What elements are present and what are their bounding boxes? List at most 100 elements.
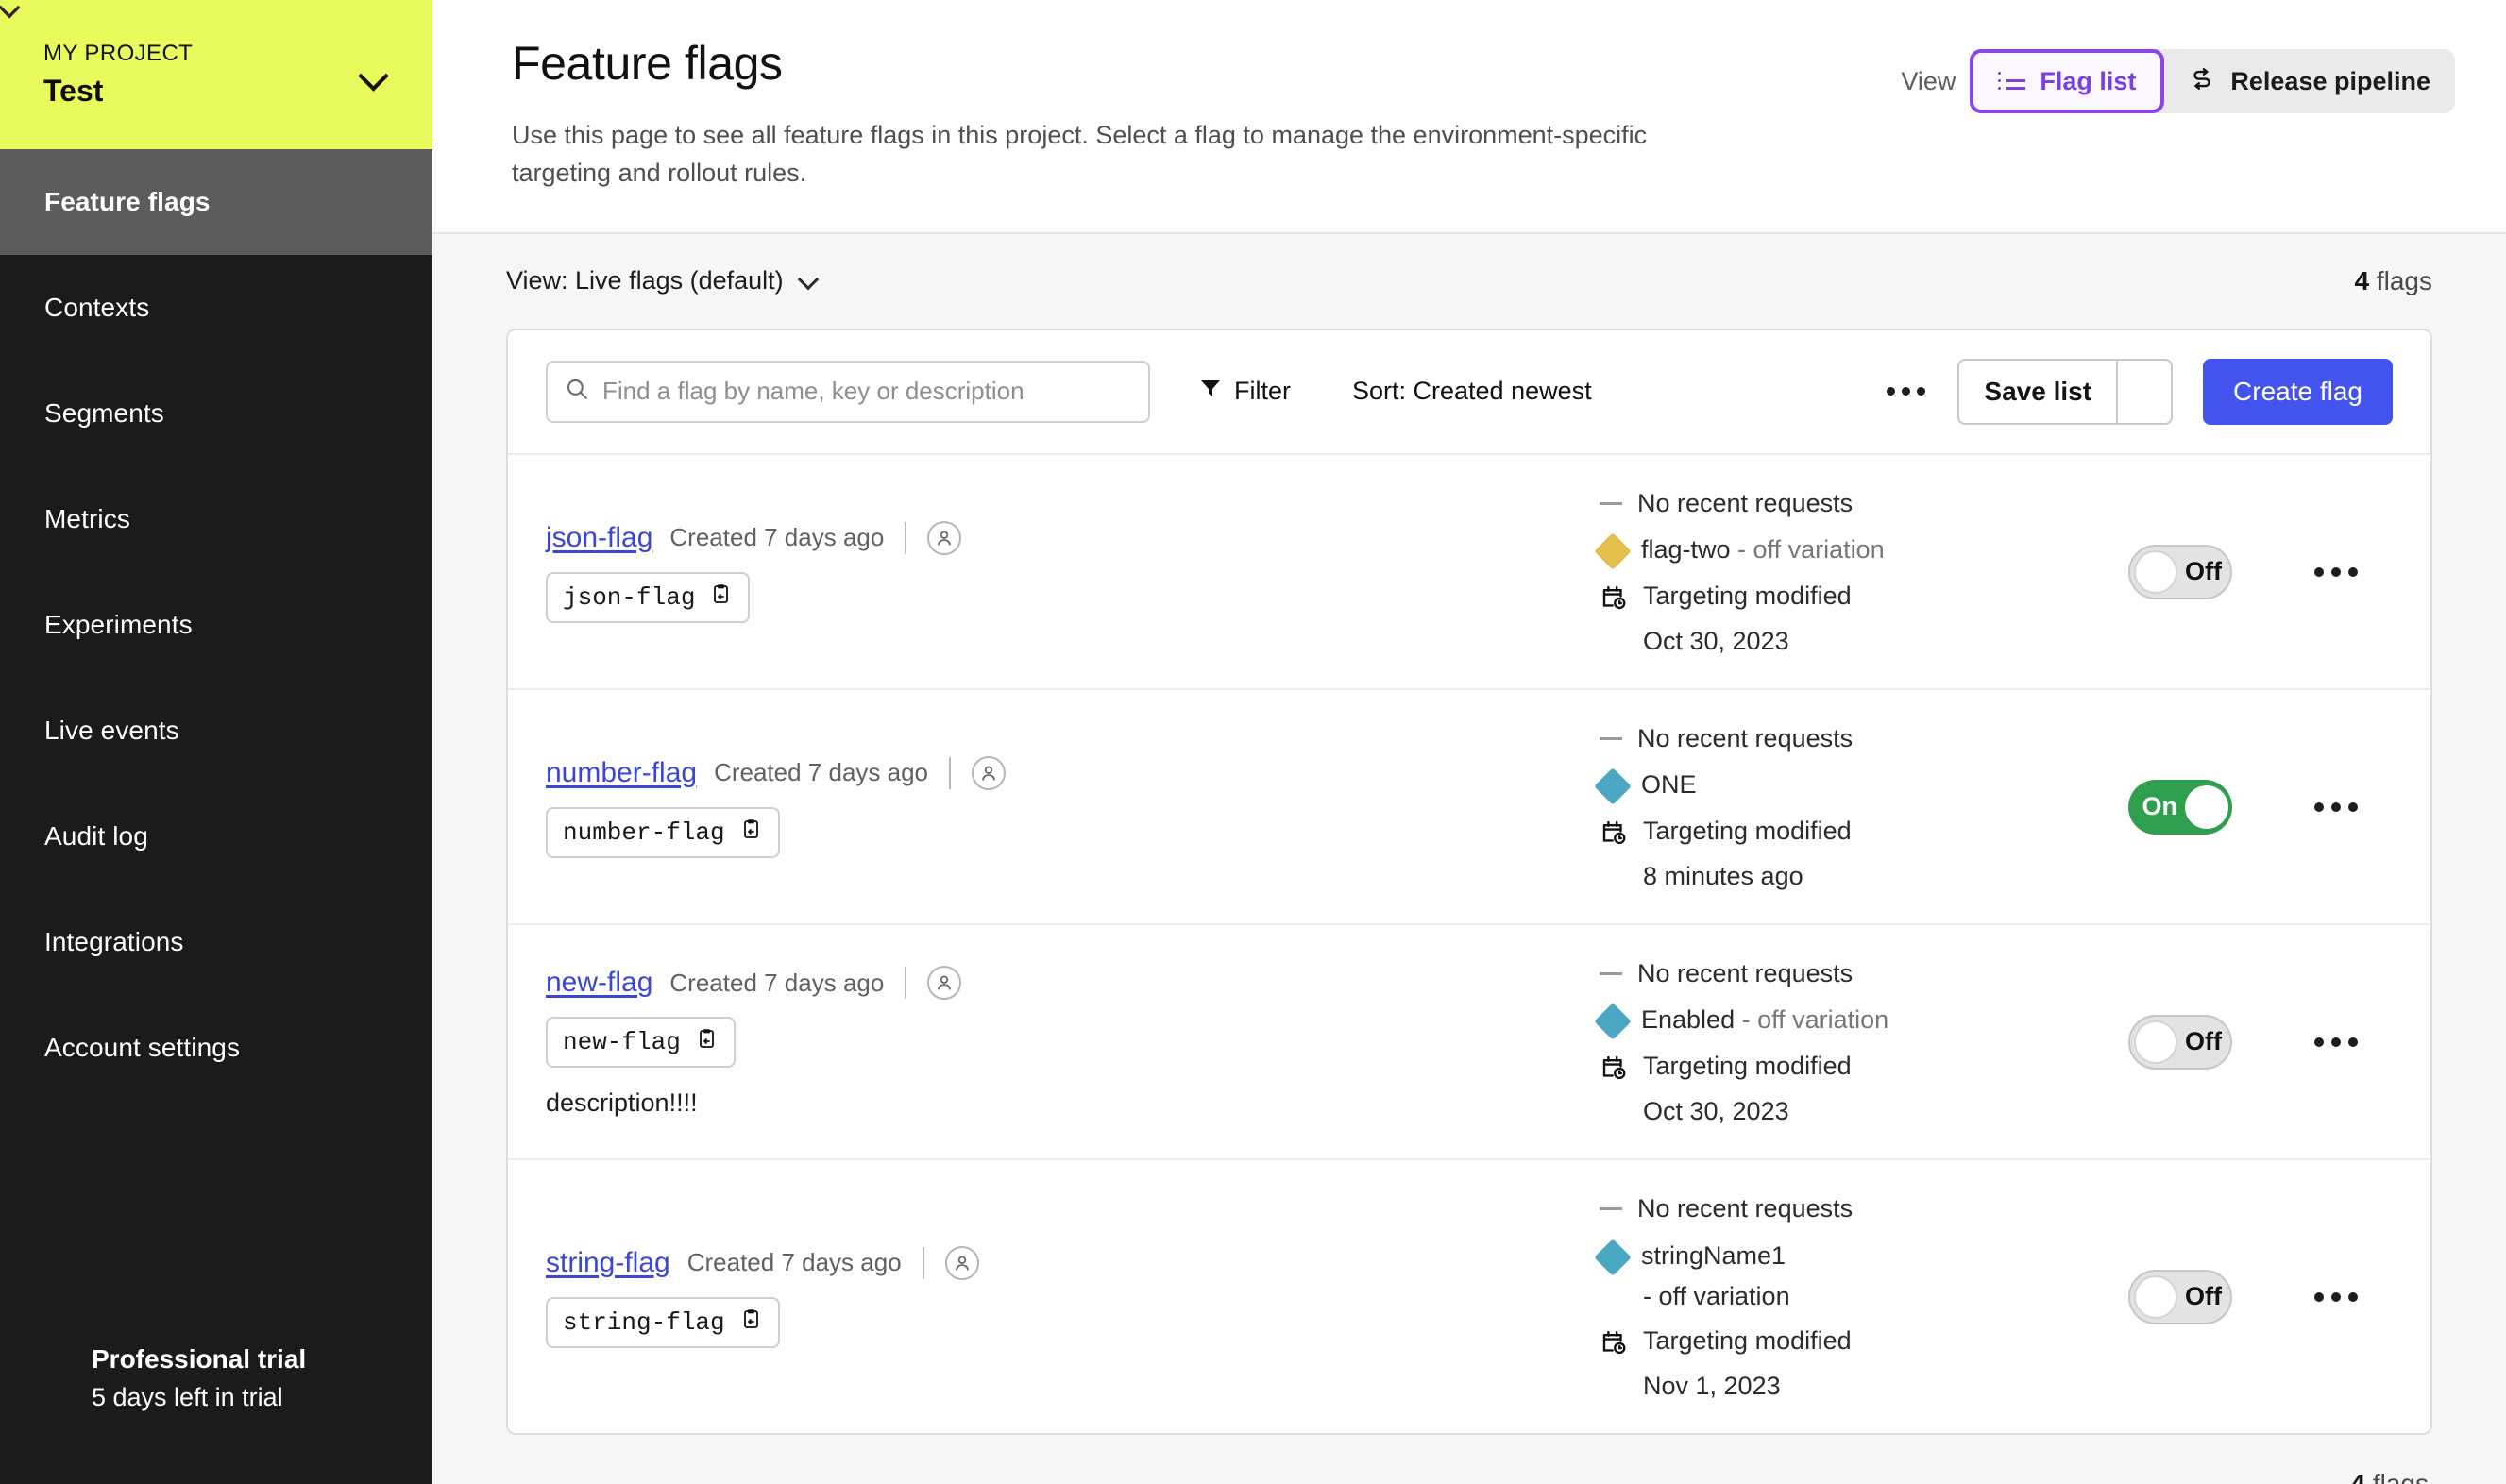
flag-name-link[interactable]: string-flag [546,1247,670,1279]
toggle-knob [2134,549,2177,594]
flag-list-card: Filter Sort: Created newest [506,328,2432,1435]
flag-requests-line: No recent requests [1600,957,2128,990]
tab-flag-list[interactable]: Flag list [1970,49,2165,113]
flag-name-link[interactable]: number-flag [546,757,697,789]
flag-status-column: No recent requests ONE Targeting modifie… [1594,690,2128,923]
user-avatar-icon [972,755,1007,790]
ellipsis-icon [1902,387,1911,396]
calendar-clock-icon [1600,1053,1628,1088]
flag-name-link[interactable]: new-flag [546,967,652,999]
row-overflow-button[interactable] [2279,1037,2393,1047]
save-list-button[interactable]: Save list [1957,358,2117,425]
ellipsis-icon [2348,566,2358,577]
flag-variation-line: Enabled - off variation [1594,1003,2128,1041]
sidebar-item-feature-flags[interactable]: Feature flags [0,149,432,255]
flag-status-column: No recent requests flag-two - off variat… [1594,455,2128,688]
filter-dropdown[interactable]: Filter [1199,377,1303,406]
status-badge[interactable]: Off [2128,544,2232,599]
search-box[interactable] [546,360,1150,423]
toolbar-overflow-button[interactable] [1866,387,1946,396]
flag-variation-text: Enabled - off variation [1641,1003,1888,1037]
ellipsis-icon [2314,1291,2324,1302]
sidebar-item-live-events[interactable]: Live events [0,678,432,784]
flag-count-label: flags [2372,1468,2429,1484]
row-overflow-button[interactable] [2279,1291,2393,1302]
sidebar-item-audit-log[interactable]: Audit log [0,784,432,889]
table-row[interactable]: new-flag Created 7 days ago new-flag des… [508,925,2430,1161]
flag-title-line: string-flag Created 7 days ago [546,1245,1600,1280]
view-selector[interactable]: View: Live flags (default) [506,266,818,295]
sidebar-item-account-settings[interactable]: Account settings [0,995,432,1101]
sidebar-item-segments[interactable]: Segments [0,361,432,466]
flag-targeting-label: Targeting modified [1643,1325,1852,1355]
ellipsis-icon [2331,566,2341,577]
flag-name-link[interactable]: json-flag [546,522,652,554]
chevron-down-icon[interactable] [359,65,391,84]
project-switcher[interactable]: MY PROJECT Test [0,0,432,149]
flag-key-chip[interactable]: new-flag [546,1017,736,1069]
sidebar-item-label: Integrations [44,927,184,956]
user-avatar-icon [927,520,962,555]
save-list-caret-button[interactable] [2116,358,2174,425]
flag-variation-text: stringName1 [1641,1239,1786,1273]
calendar-clock-icon [1600,818,1628,852]
flag-title-line: json-flag Created 7 days ago [546,520,1600,555]
copy-icon[interactable] [710,582,733,613]
sidebar-item-metrics[interactable]: Metrics [0,466,432,572]
tab-flag-list-label: Flag list [2040,66,2137,95]
flag-status-column: No recent requests stringName1 - off var… [1594,1160,2128,1432]
flag-key-chip[interactable]: string-flag [546,1296,780,1348]
status-badge[interactable]: Off [2128,1014,2232,1070]
tab-release-pipeline[interactable]: Release pipeline [2163,49,2455,113]
sort-dropdown[interactable]: Sort: Created newest [1352,377,1604,406]
ellipsis-icon [2348,1291,2358,1302]
flag-main-info: string-flag Created 7 days ago string-fl… [546,1214,1600,1380]
sidebar-item-experiments[interactable]: Experiments [0,572,432,678]
sidebar-item-integrations[interactable]: Integrations [0,889,432,995]
list-toolbar: View: Live flags (default) 4 flags [506,234,2432,329]
row-overflow-button[interactable] [2279,566,2393,577]
trial-banner[interactable]: Professional trial 5 days left in trial [0,1344,432,1484]
copy-icon[interactable] [740,818,763,848]
flag-toggle-cell: On [2128,779,2279,835]
calendar-clock-icon [1600,582,1628,617]
dash-icon [1600,737,1622,741]
row-overflow-button[interactable] [2279,801,2393,812]
flag-variation-name: stringName1 [1641,1240,1786,1270]
flag-count-number: 4 [2350,1468,2366,1484]
table-row[interactable]: json-flag Created 7 days ago json-flag N… [508,455,2430,691]
create-flag-button[interactable]: Create flag [2203,358,2393,425]
divider [949,756,952,789]
flag-variation-text: flag-two - off variation [1641,533,1885,566]
flag-toggle-cell: Off [2128,1014,2279,1070]
flag-variation-suffix: - off variation [1643,1281,1790,1310]
flag-created-text: Created 7 days ago [669,968,885,997]
project-switcher-labels: MY PROJECT Test [43,41,193,109]
flag-key-chip[interactable]: number-flag [546,806,780,858]
table-row[interactable]: number-flag Created 7 days ago number-fl… [508,690,2430,926]
ellipsis-icon [1917,387,1926,396]
diamond-icon [1594,1003,1632,1041]
sidebar-item-label: Live events [44,716,179,745]
app-root: MY PROJECT Test Feature flags Contexts S… [0,0,2506,1484]
sidebar-item-label: Experiments [44,610,193,639]
status-badge[interactable]: On [2128,779,2232,835]
table-row[interactable]: string-flag Created 7 days ago string-fl… [508,1160,2430,1432]
sidebar: MY PROJECT Test Feature flags Contexts S… [0,0,432,1484]
dash-icon [1600,972,1622,976]
flag-key-text: number-flag [563,818,725,847]
dash-icon [1600,1207,1622,1211]
status-badge[interactable]: Off [2128,1269,2232,1324]
toggle-knob [2134,1020,2177,1064]
copy-icon[interactable] [696,1027,719,1057]
toggle-knob [2134,1274,2177,1319]
toggle-knob [2185,784,2228,829]
copy-icon[interactable] [740,1307,763,1338]
filter-label: Filter [1234,377,1291,406]
sidebar-item-label: Account settings [44,1033,241,1062]
sidebar-item-contexts[interactable]: Contexts [0,255,432,361]
flag-variation-text: ONE [1641,768,1697,801]
search-input[interactable] [602,377,1131,407]
list-icon [1998,70,2026,93]
flag-key-chip[interactable]: json-flag [546,571,751,623]
